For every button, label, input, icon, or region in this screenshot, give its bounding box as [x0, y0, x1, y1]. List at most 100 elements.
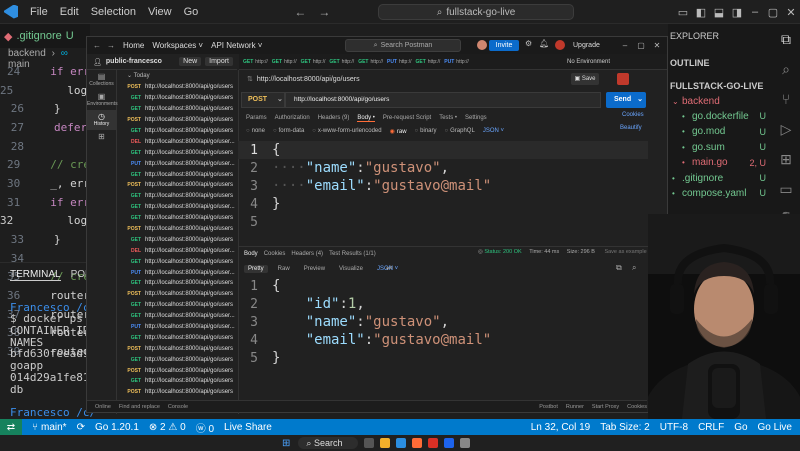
explorer-item[interactable]: ⌄ backend [668, 93, 772, 108]
go-live[interactable]: Go Live [758, 422, 792, 433]
task-view-icon[interactable] [364, 438, 375, 448]
history-item[interactable]: GET http://localhost:8000/api/go/users [117, 126, 238, 137]
menu-view[interactable]: View [148, 6, 172, 18]
request-option-tab[interactable]: Pre-request Script [383, 115, 431, 121]
end-of-line[interactable]: CRLF [698, 422, 724, 433]
code-editor[interactable]: 24 if err 25 log. 26} 27 defer 28 29 // cre 30 _, e… [0, 62, 94, 358]
history-item[interactable]: PUT http://localhost:8000/api/go/user... [117, 267, 238, 278]
history-item[interactable]: GET http://localhost:8000/api/go/users [117, 213, 238, 224]
response-body[interactable]: 1{2 "id": 1,3 "name": "gustavo", 4 "email… [238, 277, 648, 369]
search-response-icon[interactable]: ⌕ [632, 263, 636, 273]
minimize-icon[interactable]: – [617, 41, 633, 50]
history-item[interactable]: GET http://localhost:8000/api/go/users [117, 147, 238, 158]
ports-count[interactable]: ⓦ 0 [196, 420, 214, 435]
command-center[interactable]: ⌕ fullstack-go-live [378, 4, 574, 20]
request-option-tab[interactable]: Settings [465, 115, 487, 121]
footer-item[interactable]: Console [168, 404, 188, 410]
sidebar-toggle-icon[interactable]: ◧ [692, 6, 710, 19]
cookies-link[interactable]: Cookies [622, 112, 644, 118]
footer-item[interactable]: Postbot [539, 404, 558, 410]
status-code[interactable]: Status: 200 OK [484, 249, 521, 255]
request-tab[interactable]: GET http:// [243, 59, 268, 65]
back-arrow-icon[interactable]: ← [294, 5, 306, 19]
history-item[interactable]: GET http://localhost:8000/api/go/users [117, 278, 238, 289]
history-item[interactable]: PUT http://localhost:8000/api/go/user... [117, 322, 238, 333]
history-item[interactable]: PUT http://localhost:8000/api/go/user... [117, 158, 238, 169]
footer-item[interactable]: Cookies [627, 404, 647, 410]
forward-icon[interactable]: → [107, 41, 115, 50]
request-option-tab[interactable]: Params [246, 115, 267, 121]
wrap-icon[interactable]: ⇌ [386, 263, 393, 272]
history-item[interactable]: GET http://localhost:8000/api/go/users [117, 376, 238, 387]
terminal[interactable]: Francesco /c/$ docker ps - CONTAINER ID N… [0, 290, 96, 429]
layout-icon[interactable]: ▭ [674, 6, 692, 19]
invite-button[interactable]: Invite [489, 40, 519, 51]
body-type-option[interactable]: ○ x-www-form-urlencoded [312, 128, 381, 134]
history-item[interactable]: POST http://localhost:8000/api/go/users [117, 82, 238, 93]
explorer-item[interactable]: • main.go 2, U [668, 155, 772, 170]
body-type-option[interactable]: ○ binary [415, 128, 437, 134]
footer-item[interactable]: Runner [566, 404, 584, 410]
vscode-taskbar-icon[interactable] [396, 438, 407, 448]
history-item[interactable]: GET http://localhost:8000/api/go/users [117, 354, 238, 365]
explorer-item[interactable]: • go.sum U [668, 140, 772, 155]
history-item[interactable]: POST http://localhost:8000/api/go/users [117, 224, 238, 235]
send-button[interactable]: Send ⌄ [606, 92, 646, 108]
search-icon[interactable]: ⌕ [772, 54, 800, 84]
save-button[interactable]: ▣ Save [571, 73, 599, 85]
request-tab[interactable]: GET http:// [416, 59, 441, 65]
request-option-tab[interactable]: Tests • [439, 115, 457, 121]
secondary-sidebar-icon[interactable]: ◨ [728, 6, 746, 19]
history-item[interactable]: GET http://localhost:8000/api/go/user... [117, 202, 238, 213]
explorer-item[interactable]: • compose.yaml U [668, 186, 772, 201]
problems-count[interactable]: ⊗ 2 ⚠ 0 [149, 422, 186, 433]
explorer-item[interactable]: • go.mod U [668, 124, 772, 139]
tab-size[interactable]: Tab Size: 2 [600, 422, 649, 433]
outline-section[interactable]: OUTLINE [668, 48, 772, 78]
request-name[interactable]: http://localhost:8000/api/go/users [257, 76, 360, 83]
obs-taskbar-icon[interactable] [460, 438, 471, 448]
body-type-option[interactable]: JSON ˅ [483, 128, 504, 134]
request-tab[interactable]: PUT http:// [387, 59, 412, 65]
history-item[interactable]: GET http://localhost:8000/api/go/users [117, 332, 238, 343]
close-icon[interactable]: ✕ [782, 6, 800, 19]
url-input[interactable]: http://localhost:8000/api/go/users [285, 92, 601, 108]
request-option-tab[interactable]: Authorization [275, 115, 310, 121]
response-view-tab[interactable]: Raw [274, 265, 294, 273]
encoding[interactable]: UTF-8 [660, 422, 688, 433]
sync-icon[interactable]: ⟳ [77, 422, 85, 433]
live-share[interactable]: Live Share [224, 422, 272, 433]
go-version[interactable]: Go 1.20.1 [95, 422, 139, 433]
copy-icon[interactable]: ⧉ [616, 263, 622, 273]
history-item[interactable]: DEL http://localhost:8000/api/go/user... [117, 136, 238, 147]
request-option-tab[interactable]: Headers (9) [318, 115, 350, 121]
body-type-option[interactable]: ◉ raw [390, 128, 407, 135]
breadcrumb-folder[interactable]: backend [8, 48, 46, 59]
history-item[interactable]: POST http://localhost:8000/api/go/users [117, 343, 238, 354]
remote-explorer-icon[interactable]: ▭ [772, 174, 800, 204]
panel-toggle-icon[interactable]: ⬓ [710, 6, 728, 19]
environment-selector[interactable]: No Environment [567, 56, 627, 68]
postman-taskbar-icon[interactable] [412, 438, 423, 448]
rail-history[interactable]: ◷ History [87, 110, 116, 130]
upgrade-button[interactable]: Upgrade [573, 40, 607, 51]
avatar[interactable] [477, 40, 487, 50]
history-group-today[interactable]: ⌄ Today [117, 70, 238, 82]
menu-go[interactable]: Go [184, 6, 199, 18]
cursor-position[interactable]: Ln 32, Col 19 [531, 422, 591, 433]
history-item[interactable]: GET http://localhost:8000/api/go/users [117, 169, 238, 180]
history-item[interactable]: GET http://localhost:8000/api/go/users [117, 93, 238, 104]
method-select[interactable]: POST ⌄ [241, 92, 285, 108]
windows-start-icon[interactable]: ⊞ [282, 438, 290, 449]
rail-more[interactable]: ⊞ [87, 130, 116, 150]
history-item[interactable]: GET http://localhost:8000/api/go/users [117, 104, 238, 115]
response-tab[interactable]: Cookies [264, 251, 286, 257]
nav-item[interactable]: Home [123, 41, 144, 50]
response-view-tab[interactable]: Preview [300, 265, 329, 273]
request-tab[interactable]: GET http:// [272, 59, 297, 65]
workspace-root[interactable]: FULLSTACK-GO-LIVE [668, 78, 772, 93]
footer-item[interactable]: Start Proxy [592, 404, 619, 410]
source-control-icon[interactable]: ⑂ [772, 84, 800, 114]
response-view-tab[interactable]: Visualize [335, 265, 367, 273]
taskbar-search[interactable]: ⌕ Search [298, 437, 359, 449]
